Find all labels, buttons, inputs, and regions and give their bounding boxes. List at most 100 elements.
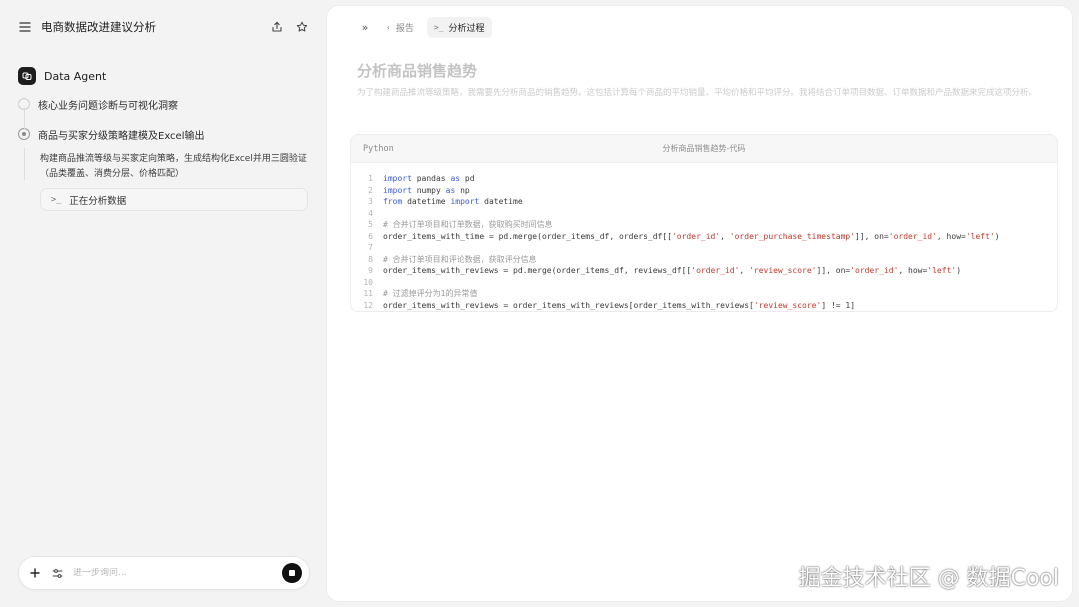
- main-panel: » ‹ 报告 >_ 分析过程 分析商品销售趋势 为了构建商品推流等级策略，我需要…: [327, 6, 1072, 601]
- code-token: 'left': [965, 231, 995, 241]
- code-token: ]], on=: [855, 231, 889, 241]
- line-number: 1: [368, 174, 373, 184]
- code-block: Python 分析商品销售趋势-代码 1 import pandas as pd 2…: [350, 134, 1058, 312]
- tab-label: 分析过程: [448, 24, 485, 34]
- share-icon[interactable]: [270, 21, 283, 34]
- code-token: # 合并订单项目和订单数据，获取购买时间信息: [383, 220, 553, 230]
- step-item[interactable]: 商品与买家分级策略建模及Excel输出: [18, 126, 310, 142]
- code-text: # 合并订单项目和评论数据，获取评分信息: [383, 254, 537, 265]
- step-label: 核心业务问题诊断与可视化洞察: [38, 100, 178, 112]
- step-connector: [23, 148, 25, 180]
- code-token: as: [445, 185, 456, 195]
- code-token: import: [383, 185, 412, 195]
- code-token: 'review_score': [753, 300, 822, 310]
- code-token: from: [383, 197, 403, 207]
- menu-icon[interactable]: [18, 20, 32, 34]
- code-title: 分析商品销售趋势-代码: [662, 144, 746, 153]
- line-number: 3: [368, 197, 373, 207]
- code-line: 10: [351, 277, 1057, 289]
- code-token: order_items_with_reviews = pd.merge(orde…: [383, 266, 692, 276]
- code-token: ,: [739, 266, 750, 276]
- code-line: 9 order_items_with_reviews = pd.merge(ord…: [351, 265, 1057, 277]
- chat-input[interactable]: [73, 568, 282, 578]
- code-text: order_items_with_reviews = pd.merge(orde…: [383, 266, 961, 275]
- sidebar-header: 电商数据改进建议分析: [18, 16, 308, 38]
- conversation-title: 电商数据改进建议分析: [41, 20, 156, 34]
- code-line: 11 # 过滤掉评分为1的异常值: [351, 288, 1057, 300]
- tab-bar: » ‹ 报告 >_ 分析过程: [357, 17, 492, 38]
- tab-analysis-process[interactable]: >_ 分析过程: [426, 17, 492, 38]
- code-token: 'order_id': [691, 266, 740, 276]
- line-number: 12: [363, 300, 373, 310]
- status-pill[interactable]: >_ 正在分析数据: [40, 188, 308, 211]
- code-token: # 合并订单项目和评论数据，获取评分信息: [383, 254, 537, 264]
- tab-report[interactable]: ‹ 报告: [379, 17, 421, 38]
- code-line: 12 order_items_with_reviews = order_items…: [351, 300, 1057, 312]
- code-token: # 过滤掉评分为1的异常值: [383, 289, 478, 299]
- line-number: 2: [368, 185, 373, 195]
- agent-logo-icon: [18, 67, 36, 85]
- plus-icon[interactable]: [29, 567, 41, 579]
- step-description: 构建商品推流等级与买家定向策略，生成结构化Excel并用三圆验证（品类覆盖、消费…: [40, 154, 307, 179]
- header-actions: [270, 21, 308, 34]
- code-token: , how=: [898, 266, 928, 276]
- line-number: 10: [363, 277, 373, 287]
- code-token: order_items_with_reviews = order_items_w…: [383, 300, 754, 310]
- code-line: 8 # 合并订单项目和评论数据，获取评分信息: [351, 254, 1057, 266]
- code-body: 1 import pandas as pd 2 import numpy as np 3…: [351, 163, 1057, 311]
- report-title: 分析商品销售趋势: [357, 62, 478, 80]
- code-token: pandas: [411, 174, 451, 184]
- code-token: datetime: [479, 197, 523, 207]
- code-text: # 过滤掉评分为1的异常值: [383, 288, 477, 299]
- code-token: np: [455, 185, 470, 195]
- code-token: 'order_purchase_timestamp': [729, 231, 856, 241]
- code-token: 'order_id': [850, 266, 899, 276]
- code-line: 3 from datetime import datetime: [351, 196, 1057, 208]
- stop-icon: [289, 570, 295, 576]
- code-token: order_items_with_time = pd.merge(order_i…: [383, 231, 672, 241]
- code-token: ] != 1]: [821, 300, 856, 310]
- line-number: 8: [368, 254, 373, 264]
- line-number: 9: [368, 266, 373, 276]
- code-text: import pandas as pd: [383, 174, 475, 183]
- terminal-icon: >_: [51, 194, 62, 205]
- code-token: pd: [460, 174, 475, 184]
- code-line: 6 order_items_with_time = pd.merge(order_…: [351, 231, 1057, 243]
- code-token: 'review_score': [749, 266, 817, 276]
- code-text: import numpy as np: [383, 186, 470, 195]
- line-number: 6: [368, 231, 373, 241]
- step-label: 商品与买家分级策略建模及Excel输出: [38, 130, 205, 142]
- line-number: 11: [363, 289, 373, 299]
- stop-button[interactable]: [282, 563, 302, 583]
- code-line: 5 # 合并订单项目和订单数据，获取购买时间信息: [351, 219, 1057, 231]
- line-number: 5: [368, 220, 373, 230]
- code-text: order_items_with_reviews = order_items_w…: [383, 301, 855, 310]
- code-token: import: [383, 174, 412, 184]
- tab-label: 报告: [395, 24, 414, 34]
- code-token: ): [956, 266, 962, 276]
- code-text: from datetime import datetime: [383, 197, 523, 206]
- code-token: 'order_id': [671, 231, 721, 241]
- code-token: import: [450, 197, 480, 207]
- code-token: as: [450, 174, 461, 184]
- back-icon: ‹: [386, 23, 391, 32]
- line-number: 7: [368, 243, 373, 253]
- sidebar: 电商数据改进建议分析 Data Agent 核心业务问题诊断与可视化洞察 商品与…: [0, 0, 322, 607]
- code-token: 'order_id': [888, 231, 937, 241]
- code-token: numpy: [411, 185, 446, 195]
- chat-input-box: [18, 556, 310, 590]
- agent-row: Data Agent: [18, 67, 106, 85]
- watermark: 掘金技术社区 @ 数据Cool: [798, 566, 1059, 591]
- star-icon[interactable]: [295, 21, 308, 34]
- sliders-icon[interactable]: [51, 567, 63, 579]
- code-token: ]], on=: [816, 266, 851, 276]
- double-chevron-icon[interactable]: »: [357, 20, 373, 36]
- terminal-icon: >_: [433, 23, 444, 32]
- step-connector: [23, 108, 25, 130]
- line-number: 4: [368, 208, 373, 218]
- code-token: ): [994, 231, 1000, 241]
- report-description: 为了构建商品推流等级策略，我需要先分析商品的销售趋势。这包括计算每个商品的平均销…: [357, 88, 1038, 98]
- code-header: Python 分析商品销售趋势-代码: [351, 135, 1057, 163]
- step-item[interactable]: 核心业务问题诊断与可视化洞察: [18, 96, 310, 112]
- code-line: 2 import numpy as np: [351, 185, 1057, 197]
